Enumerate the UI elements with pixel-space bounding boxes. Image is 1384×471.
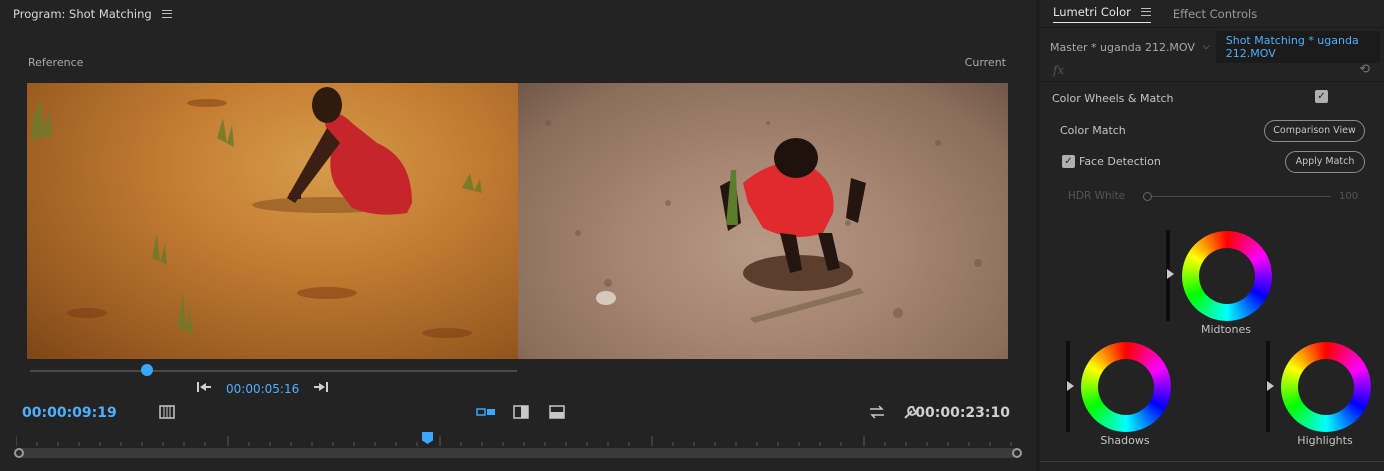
reference-controls: 00:00:05:16 bbox=[196, 381, 329, 397]
hdr-white-value: 100 bbox=[1339, 191, 1359, 202]
reference-timecode[interactable]: 00:00:05:16 bbox=[226, 382, 299, 396]
fx-icon[interactable]: fx bbox=[1053, 63, 1064, 77]
comparison-view-button[interactable]: Comparison View bbox=[1264, 120, 1365, 142]
go-to-in-icon[interactable] bbox=[196, 381, 212, 397]
wrench-icon[interactable] bbox=[902, 404, 920, 420]
program-tab[interactable]: Program: Shot Matching bbox=[0, 0, 1036, 28]
active-clip-dropdown[interactable]: Shot Matching * uganda 212.MOV bbox=[1215, 31, 1380, 63]
reference-scrub-handle[interactable] bbox=[141, 364, 153, 376]
reference-frame bbox=[27, 83, 518, 359]
comparison-split-icon[interactable] bbox=[476, 404, 495, 420]
highlights-label: Highlights bbox=[1297, 434, 1353, 447]
lumetri-color-panel: Lumetri Color Effect Controls Master * u… bbox=[1040, 0, 1384, 471]
hdr-white-slider[interactable] bbox=[1148, 196, 1331, 197]
face-detection-checkbox[interactable]: ✓ bbox=[1062, 155, 1075, 168]
chevron-down-icon[interactable]: ⌵ bbox=[1203, 42, 1210, 52]
midtones-label: Midtones bbox=[1200, 323, 1252, 336]
reset-icon[interactable]: ⟲ bbox=[1359, 62, 1370, 77]
reference-scrub-track[interactable] bbox=[30, 370, 517, 372]
vertical-split-icon[interactable] bbox=[548, 404, 566, 420]
shadows-color-wheel[interactable] bbox=[1081, 342, 1171, 432]
timeline-ruler[interactable] bbox=[15, 436, 1018, 446]
hdr-white-knob[interactable] bbox=[1143, 192, 1152, 201]
program-monitor-panel: Program: Shot Matching Reference Current bbox=[0, 0, 1036, 471]
face-detection-label: Face Detection bbox=[1079, 155, 1161, 168]
current-frame bbox=[518, 83, 1008, 359]
hamburger-icon[interactable] bbox=[1140, 7, 1151, 16]
swap-icon[interactable] bbox=[868, 404, 886, 420]
hamburger-icon[interactable] bbox=[161, 10, 172, 18]
clip-selector: Master * uganda 212.MOV ⌵ Shot Matching … bbox=[1040, 31, 1384, 63]
zoom-handle-end[interactable] bbox=[1012, 448, 1022, 458]
panel-divider bbox=[1040, 461, 1384, 462]
zoom-handle-start[interactable] bbox=[14, 448, 24, 458]
side-by-side-icon[interactable] bbox=[512, 404, 530, 420]
shadows-label: Shadows bbox=[1100, 434, 1150, 447]
midtones-color-wheel[interactable] bbox=[1182, 231, 1272, 321]
reference-label: Reference bbox=[28, 56, 84, 69]
tab-label: Lumetri Color bbox=[1053, 4, 1131, 19]
midtones-luma-knob[interactable] bbox=[1167, 269, 1174, 279]
hdr-white-label: HDR White bbox=[1068, 190, 1126, 202]
highlights-luma-knob[interactable] bbox=[1267, 381, 1274, 391]
master-clip-label[interactable]: Master * uganda 212.MOV bbox=[1040, 41, 1195, 54]
current-label: Current bbox=[964, 56, 1006, 69]
shadows-luma-knob[interactable] bbox=[1067, 381, 1074, 391]
lumetri-tab-bar: Lumetri Color Effect Controls bbox=[1040, 0, 1384, 28]
program-title: Program: Shot Matching bbox=[13, 7, 152, 21]
current-frame-image bbox=[545, 120, 982, 323]
markers-icon[interactable] bbox=[158, 404, 176, 420]
apply-match-button[interactable]: Apply Match bbox=[1285, 151, 1365, 173]
fx-row: fx ⟲ bbox=[1040, 60, 1384, 82]
check-icon[interactable]: ✓ bbox=[1315, 90, 1328, 103]
go-to-out-icon[interactable] bbox=[313, 381, 329, 397]
tab-lumetri-color[interactable]: Lumetri Color bbox=[1053, 5, 1151, 23]
reference-frame-image bbox=[32, 87, 482, 338]
color-match-label: Color Match bbox=[1060, 124, 1126, 137]
current-timecode[interactable]: 00:00:09:19 bbox=[22, 405, 117, 421]
duration-timecode: 00:00:23:10 bbox=[915, 405, 1010, 421]
highlights-color-wheel[interactable] bbox=[1281, 342, 1371, 432]
zoom-scroll-bar[interactable] bbox=[16, 448, 1018, 458]
section-title[interactable]: Color Wheels & Match bbox=[1052, 92, 1174, 105]
timeline-ticks bbox=[15, 436, 1012, 446]
tab-effect-controls[interactable]: Effect Controls bbox=[1173, 7, 1257, 21]
